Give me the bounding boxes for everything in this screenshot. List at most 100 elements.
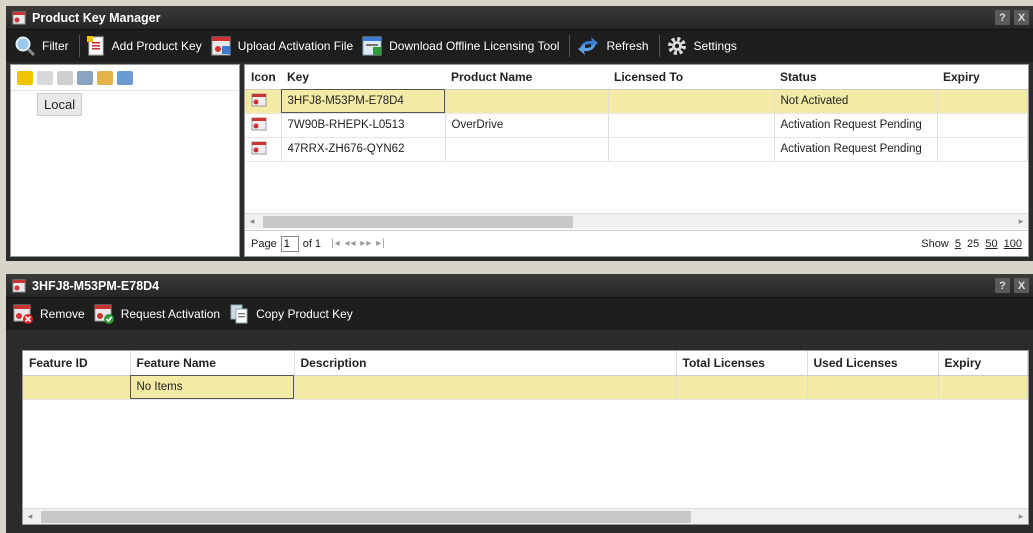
scroll-right-icon[interactable]: ▸ [1014,216,1028,227]
copy-product-key-button[interactable]: Copy Product Key [226,300,359,328]
upload-certificate-icon [211,36,231,56]
product-name-cell[interactable]: OverDrive [445,113,609,138]
main-toolbar: Filter Add Product Key Upload Activation… [6,30,1033,62]
scroll-thumb[interactable] [263,216,573,228]
column-header-expiry[interactable]: Expiry [937,65,1028,90]
used-licenses-cell [807,375,939,400]
column-header-total-licenses[interactable]: Total Licenses [676,351,808,376]
column-header-licensed-to[interactable]: Licensed To [608,65,774,90]
certificate-icon [12,279,26,292]
import-icon[interactable] [117,70,133,85]
help-button[interactable]: ? [995,278,1010,293]
total-licenses-cell [676,375,808,400]
status-cell[interactable]: Not Activated [774,89,938,114]
new-folder-icon[interactable] [17,70,33,85]
close-button[interactable]: X [1014,10,1029,25]
key-cell[interactable]: 7W90B-RHEPK-L0513 [281,113,446,138]
remove-certificate-icon [13,304,33,324]
refresh-icon [578,37,599,55]
delete-icon[interactable] [57,70,73,85]
row-icon-cell [245,137,282,162]
certificate-icon [251,93,267,106]
pagination-bar: Page of 1 |◂ ◂◂ ▸▸ ▸| Show 5 25 50 100 [245,230,1028,256]
settings-button[interactable]: Settings [664,32,743,60]
column-header-product-name[interactable]: Product Name [445,65,608,90]
column-header-icon[interactable]: Icon [245,65,281,90]
certificate-icon [251,141,267,154]
scroll-track[interactable] [37,509,1014,524]
scroll-track[interactable] [259,214,1014,229]
move-icon[interactable] [97,70,113,85]
column-header-expiry[interactable]: Expiry [938,351,1028,376]
scroll-left-icon[interactable]: ◂ [23,511,37,522]
scroll-right-icon[interactable]: ▸ [1014,511,1028,522]
page-size-5[interactable]: 5 [955,238,961,250]
page-navigation-buttons[interactable]: |◂ ◂◂ ▸▸ ▸| [331,238,386,249]
upload-activation-file-button[interactable]: Upload Activation File [208,32,359,60]
licensed-to-cell[interactable] [608,89,775,114]
page-size-100[interactable]: 100 [1004,238,1022,250]
column-header-feature-id[interactable]: Feature ID [23,351,131,376]
download-label: Download Offline Licensing Tool [389,39,560,53]
expiry-cell [938,375,1028,400]
magnifier-icon [15,36,36,57]
table-row[interactable]: No Items [23,375,1028,400]
page-size-25[interactable]: 25 [967,238,979,250]
request-activation-label: Request Activation [120,307,221,321]
column-header-used-licenses[interactable]: Used Licenses [807,351,939,376]
licensed-to-cell[interactable] [608,113,775,138]
refresh-button[interactable]: Refresh [574,32,654,60]
status-cell[interactable]: Activation Request Pending [774,113,938,138]
expiry-cell[interactable] [937,89,1028,114]
copy-icon [230,304,248,324]
copy-product-key-label: Copy Product Key [256,307,353,321]
key-cell[interactable]: 47RRX-ZH676-QYN62 [281,137,446,162]
page-number-input[interactable] [280,235,299,252]
filter-label: Filter [42,39,69,53]
show-label: Show [921,237,949,250]
tree-node-local[interactable]: Local [37,93,83,116]
settings-label: Settings [693,39,737,53]
find-icon[interactable] [77,70,93,85]
scroll-thumb[interactable] [41,511,691,523]
filter-button[interactable]: Filter [12,32,75,60]
features-grid: Feature ID Feature Name Description Tota… [22,350,1029,525]
toolbar-divider [78,35,80,57]
certificate-icon [251,117,267,130]
table-row[interactable]: 7W90B-RHEPK-L0513 OverDrive Activation R… [245,113,1028,138]
licensed-to-cell[interactable] [608,137,775,162]
horizontal-scrollbar[interactable]: ◂ ▸ [245,213,1028,229]
toolbar-divider [569,35,571,57]
product-name-cell[interactable] [445,137,609,162]
page-size-50[interactable]: 50 [985,238,997,250]
column-header-status[interactable]: Status [774,65,937,90]
product-name-cell[interactable] [445,89,609,114]
add-product-key-label: Add Product Key [111,39,202,53]
key-cell[interactable]: 3HFJ8-M53PM-E78D4 [281,89,446,114]
status-cell[interactable]: Activation Request Pending [774,137,938,162]
window-title: Product Key Manager [32,10,161,25]
column-header-feature-name[interactable]: Feature Name [130,351,295,376]
close-button[interactable]: X [1014,278,1029,293]
expiry-cell[interactable] [937,137,1028,162]
remove-button[interactable]: Remove [10,300,91,328]
table-row[interactable]: 47RRX-ZH676-QYN62 Activation Request Pen… [245,137,1028,162]
download-offline-tool-button[interactable]: Download Offline Licensing Tool [359,32,565,60]
add-product-key-button[interactable]: Add Product Key [84,32,208,60]
column-header-key[interactable]: Key [281,65,445,90]
expiry-cell[interactable] [937,113,1028,138]
add-document-icon [86,36,104,56]
grid-header-row: Icon Key Product Name Licensed To Status… [245,65,1028,90]
download-icon [362,36,382,56]
refresh-label: Refresh [606,39,649,53]
table-row[interactable]: 3HFJ8-M53PM-E78D4 Not Activated [245,89,1028,114]
features-header-row: Feature ID Feature Name Description Tota… [23,351,1028,376]
edit-icon[interactable] [37,70,53,85]
request-activation-button[interactable]: Request Activation [91,300,226,328]
horizontal-scrollbar[interactable]: ◂ ▸ [23,508,1028,524]
detail-title-bar: 3HFJ8-M53PM-E78D4 ? X [6,274,1033,298]
help-button[interactable]: ? [995,10,1010,25]
scroll-left-icon[interactable]: ◂ [245,216,259,227]
column-header-description[interactable]: Description [294,351,677,376]
product-key-manager-window: Product Key Manager ? X Filter Add Produ… [6,6,1033,261]
